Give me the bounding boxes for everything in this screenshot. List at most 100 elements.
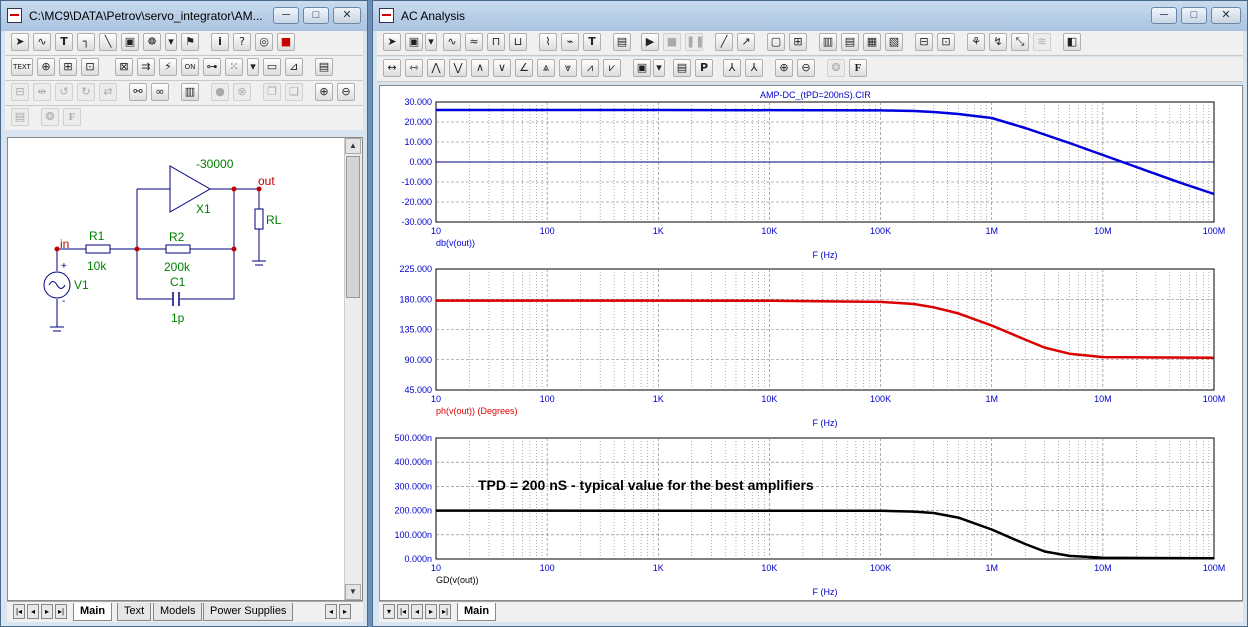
plot-icon[interactable]: ◎ bbox=[255, 33, 273, 51]
power-icon[interactable]: ⚡ bbox=[159, 58, 177, 76]
close-button[interactable]: ✕ bbox=[1211, 7, 1241, 24]
tab-main[interactable]: Main bbox=[73, 603, 113, 621]
global-low-icon[interactable]: ⩔ bbox=[559, 59, 577, 77]
text-mode-icon[interactable]: TEXT bbox=[11, 58, 33, 76]
first-page-button[interactable]: |◂ bbox=[13, 604, 25, 619]
properties-icon[interactable]: ▤ bbox=[315, 58, 333, 76]
on-off-icon[interactable]: ON bbox=[181, 58, 199, 76]
grid-text-icon[interactable]: ⊞ bbox=[59, 58, 77, 76]
peak-icon[interactable]: ↯ bbox=[989, 33, 1007, 51]
flag-icon[interactable]: ⚑ bbox=[181, 33, 199, 51]
tab-power-supplies[interactable]: Power Supplies bbox=[203, 603, 294, 621]
tab-main[interactable]: Main bbox=[457, 603, 497, 621]
rotate-icon[interactable]: ⊟ bbox=[11, 83, 29, 101]
prev-page-button[interactable]: ◂ bbox=[27, 604, 39, 619]
dropdown-icon[interactable]: ▾ bbox=[425, 33, 437, 51]
info-tag-icon[interactable]: ☸ bbox=[143, 33, 161, 51]
analysis-titlebar[interactable]: AC Analysis ─ □ ✕ bbox=[373, 1, 1247, 31]
dropdown-icon[interactable]: ▾ bbox=[165, 33, 177, 51]
flip-x-icon[interactable]: ⇹ bbox=[33, 83, 51, 101]
palette-icon[interactable]: ❂ bbox=[827, 59, 845, 77]
capacitor-c1[interactable] bbox=[172, 292, 180, 306]
analysis-app-icon[interactable] bbox=[379, 8, 394, 23]
resistor-rl[interactable] bbox=[254, 208, 264, 230]
font-icon[interactable]: F bbox=[63, 108, 81, 126]
clear-icon[interactable]: ● bbox=[211, 83, 229, 101]
select-arrow-icon[interactable]: ➤ bbox=[383, 33, 401, 51]
print-preview-icon[interactable]: ▤ bbox=[11, 108, 29, 126]
schematic-titlebar[interactable]: C:\MC9\DATA\Petrov\servo_integrator\AM..… bbox=[1, 1, 367, 31]
table-icon[interactable]: ▤ bbox=[673, 59, 691, 77]
current-flow-icon[interactable]: ⇉ bbox=[137, 58, 155, 76]
top-icon[interactable]: ⩘ bbox=[581, 59, 599, 77]
pin-markers-icon[interactable]: ⊶ bbox=[203, 58, 221, 76]
next-page-button[interactable]: ▸ bbox=[41, 604, 53, 619]
zoom-in-icon[interactable]: ⊕ bbox=[315, 83, 333, 101]
help-icon[interactable]: ? bbox=[233, 33, 251, 51]
node-numbers-icon[interactable]: ⊠ bbox=[115, 58, 133, 76]
plot-properties-icon[interactable]: ◧ bbox=[1063, 33, 1081, 51]
text-icon[interactable]: T bbox=[55, 33, 73, 51]
wire-icon[interactable]: ∿ bbox=[33, 33, 51, 51]
dropdown-icon[interactable]: ▾ bbox=[653, 59, 665, 77]
schematic-app-icon[interactable] bbox=[7, 8, 22, 23]
tab-text[interactable]: Text bbox=[117, 603, 152, 621]
stop-icon[interactable]: ■ bbox=[663, 33, 681, 51]
minimize-button[interactable]: ─ bbox=[273, 7, 299, 24]
global-high-icon[interactable]: ⩓ bbox=[537, 59, 555, 77]
find-icon[interactable]: ⚯ bbox=[129, 83, 147, 101]
wave-multi-icon[interactable]: ≈ bbox=[465, 33, 483, 51]
bottom-icon[interactable]: ⩗ bbox=[603, 59, 621, 77]
component-icon[interactable]: ▣ bbox=[405, 33, 423, 51]
tab-scroll-left[interactable]: ◂ bbox=[325, 604, 337, 619]
columns-icon[interactable]: ▥ bbox=[819, 33, 837, 51]
page-dropdown-button[interactable]: ▾ bbox=[383, 604, 395, 619]
line-icon[interactable]: ╱ bbox=[715, 33, 733, 51]
font-icon[interactable]: F bbox=[849, 59, 867, 77]
maximize-button[interactable]: □ bbox=[303, 7, 329, 24]
title-block-icon[interactable]: ⊿ bbox=[285, 58, 303, 76]
peak-find-icon[interactable]: ⋀ bbox=[427, 59, 445, 77]
cursor-right-icon[interactable]: ⇿ bbox=[405, 59, 423, 77]
zoom-out-icon[interactable]: ⊖ bbox=[797, 59, 815, 77]
select-arrow-icon[interactable]: ➤ bbox=[11, 33, 29, 51]
pulse-icon[interactable]: ⊔ bbox=[509, 33, 527, 51]
mirror-icon[interactable]: ↻ bbox=[77, 83, 95, 101]
border-icon[interactable]: ▭ bbox=[263, 58, 281, 76]
info-icon[interactable]: i bbox=[211, 33, 229, 51]
plot-area[interactable]: 30.000 20.000 10.000 0.000 -10.000 -20.000 -30… bbox=[379, 85, 1243, 601]
delete-icon[interactable]: ⊗ bbox=[233, 83, 251, 101]
attribute-icon[interactable]: ⊡ bbox=[81, 58, 99, 76]
diagonal-line-icon[interactable]: ╲ bbox=[99, 33, 117, 51]
scroll-up-button[interactable]: ▲ bbox=[345, 138, 361, 154]
wave-icon[interactable]: ∿ bbox=[443, 33, 461, 51]
scroll-down-button[interactable]: ▼ bbox=[345, 584, 361, 600]
stop-sim-icon[interactable]: ■ bbox=[277, 33, 295, 51]
component-2-icon[interactable]: ▣ bbox=[633, 59, 651, 77]
flip-y-icon[interactable]: ↺ bbox=[55, 83, 73, 101]
zoom-out-icon[interactable]: ⊖ bbox=[337, 83, 355, 101]
scroll-thumb[interactable] bbox=[346, 156, 360, 298]
resistor-r2[interactable] bbox=[165, 244, 191, 254]
tracker-2-icon[interactable]: ⅄ bbox=[745, 59, 763, 77]
axis-icon[interactable]: ⊟ bbox=[915, 33, 933, 51]
pause-icon[interactable]: ❚❚ bbox=[685, 33, 704, 51]
grid-minor-icon[interactable]: ▦ bbox=[863, 33, 881, 51]
inflect-icon[interactable]: ∠ bbox=[515, 59, 533, 77]
maximize-button[interactable]: □ bbox=[1181, 7, 1207, 24]
axis-2-icon[interactable]: ⊡ bbox=[937, 33, 955, 51]
sine-icon[interactable]: ⌇ bbox=[539, 33, 557, 51]
step-icon[interactable]: ⊓ bbox=[487, 33, 505, 51]
plot-frame[interactable] bbox=[435, 437, 1215, 560]
voltage-source-v1[interactable] bbox=[43, 271, 71, 299]
low-icon[interactable]: ∨ bbox=[493, 59, 511, 77]
page-setup-icon[interactable]: ▥ bbox=[181, 83, 199, 101]
binoculars-icon[interactable]: ∞ bbox=[151, 83, 169, 101]
dropdown-icon[interactable]: ▾ bbox=[247, 58, 259, 76]
component-icon[interactable]: ▣ bbox=[121, 33, 139, 51]
next-page-button[interactable]: ▸ bbox=[425, 604, 437, 619]
high-icon[interactable]: ∧ bbox=[471, 59, 489, 77]
schematic-vertical-scrollbar[interactable]: ▲ ▼ bbox=[344, 138, 362, 600]
wire-orthogonal-icon[interactable]: ┐ bbox=[77, 33, 95, 51]
point-mode-icon[interactable]: P bbox=[695, 59, 713, 77]
